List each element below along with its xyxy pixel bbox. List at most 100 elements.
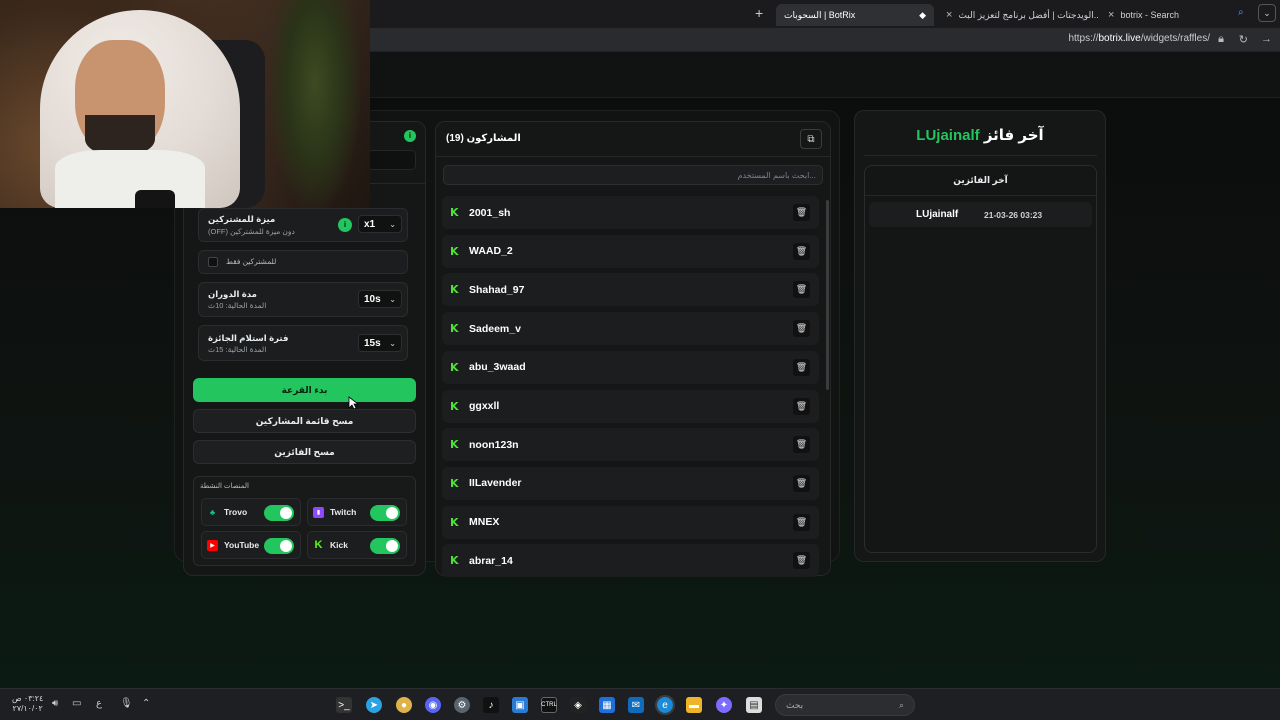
participant-name: 2001_sh bbox=[469, 206, 511, 219]
settings-icon[interactable]: ⚙ bbox=[454, 697, 470, 713]
network-icon[interactable]: ▭ bbox=[72, 698, 81, 709]
info-icon[interactable]: i bbox=[338, 218, 352, 232]
info-icon[interactable]: i bbox=[404, 130, 416, 142]
trash-icon[interactable]: 🗑︎ bbox=[793, 358, 810, 376]
ctrl-icon[interactable]: CTRL bbox=[541, 697, 557, 713]
twitch-toggle[interactable] bbox=[370, 505, 400, 521]
platforms-title: المنصات النشطة bbox=[200, 483, 249, 490]
multiplier-value: x1 bbox=[364, 218, 376, 230]
search-icon[interactable]: ⌕ bbox=[1238, 7, 1244, 18]
kick-icon: K bbox=[450, 399, 459, 413]
url-text[interactable]: https://botrix.live/widgets/raffles/ bbox=[1068, 33, 1210, 44]
participant-name: MNEX bbox=[469, 516, 500, 529]
copy-icon[interactable]: ⧉ bbox=[800, 129, 822, 149]
platform-trovo: ♣ Trovo bbox=[201, 498, 301, 526]
store-icon[interactable]: ▣ bbox=[512, 697, 528, 713]
tab-botrix-search[interactable]: × botrix - Search bbox=[1100, 4, 1230, 26]
trovo-toggle[interactable] bbox=[264, 505, 294, 521]
new-tab-button[interactable]: + bbox=[755, 5, 763, 21]
participants-title: المشاركون (19) bbox=[446, 133, 521, 144]
participant-search-input[interactable]: ...ابحث باسم المستخدم bbox=[443, 165, 823, 185]
kick-icon: K bbox=[450, 283, 459, 297]
trash-icon[interactable]: 🗑︎ bbox=[793, 397, 810, 415]
participants-scrollbar[interactable] bbox=[826, 200, 829, 390]
participant-name: IILavender bbox=[469, 477, 522, 490]
lock-icon: 🔒︎ bbox=[1218, 33, 1224, 45]
spin-duration-value: 10s bbox=[364, 293, 381, 305]
trash-icon[interactable]: 🗑︎ bbox=[793, 552, 810, 570]
kick-icon: K bbox=[450, 206, 459, 219]
discord-icon[interactable]: ◉ bbox=[425, 697, 441, 713]
participant-row: Knoon123n 🗑︎ bbox=[442, 428, 819, 462]
terminal-icon[interactable]: >_ bbox=[336, 697, 352, 713]
platform-label: Trovo bbox=[224, 507, 248, 517]
winners-list-title: آخر الفائزين bbox=[953, 175, 1008, 185]
participant-name: WAAD_2 bbox=[469, 245, 513, 258]
language-indicator[interactable]: ع bbox=[96, 698, 102, 709]
kick-toggle[interactable] bbox=[370, 538, 400, 554]
divider bbox=[436, 156, 830, 157]
clear-participants-button[interactable]: مسح قائمة المشاركين bbox=[193, 409, 416, 433]
chevron-up-icon[interactable]: ⌃ bbox=[142, 698, 150, 709]
tiktok-icon[interactable]: ♪ bbox=[483, 697, 499, 713]
start-raffle-button[interactable]: بدء القرعة bbox=[193, 378, 416, 402]
spin-duration-select[interactable]: 10s ⌄ bbox=[358, 290, 402, 308]
subscriber-perk-title: ميزة للمشتركين bbox=[208, 214, 276, 224]
youtube-toggle[interactable] bbox=[264, 538, 294, 554]
last-winner-label: آخر فائز bbox=[983, 127, 1044, 144]
twitch-icon: ▮ bbox=[313, 506, 324, 518]
app-icon[interactable]: ● bbox=[396, 697, 412, 713]
app-icon[interactable]: ◈ bbox=[570, 697, 586, 713]
taskbar-search-input[interactable]: ⌕ بحث bbox=[775, 694, 915, 716]
kick-icon: K bbox=[450, 244, 459, 258]
trovo-icon: ♣ bbox=[209, 507, 216, 517]
platform-label: Twitch bbox=[330, 507, 357, 517]
outlook-icon[interactable]: ✉ bbox=[628, 697, 644, 713]
platform-kick: K Kick bbox=[307, 531, 407, 559]
volume-icon[interactable]: 🔊︎ bbox=[52, 698, 58, 709]
close-icon[interactable]: × bbox=[1108, 9, 1114, 21]
trash-icon[interactable]: 🗑︎ bbox=[793, 242, 810, 260]
chevron-down-icon: ⌄ bbox=[389, 219, 396, 229]
subscribers-only-label: للمشتركين فقط bbox=[226, 257, 277, 266]
claim-period-select[interactable]: 15s ⌄ bbox=[358, 334, 402, 352]
search-icon: ⌕ bbox=[898, 699, 904, 710]
telegram-icon[interactable]: ➤ bbox=[366, 697, 382, 713]
subscriber-perk-subtitle: دون ميزة للمشتركين (OFF) bbox=[208, 227, 295, 236]
refresh-icon[interactable]: ↻ bbox=[1239, 33, 1248, 46]
clear-winners-button[interactable]: مسح الفائزين bbox=[193, 440, 416, 464]
microphone-icon[interactable]: 🎙︎ bbox=[120, 698, 133, 709]
file-explorer-icon[interactable]: ▬ bbox=[686, 697, 702, 713]
platform-twitch: ▮ Twitch bbox=[307, 498, 407, 526]
notepad-icon[interactable]: ▤ bbox=[746, 697, 762, 713]
microsoft-store-icon[interactable]: ▦ bbox=[599, 697, 615, 713]
claim-period-title: فترة استلام الجائزة bbox=[208, 333, 289, 343]
chevron-down-icon[interactable]: ⌄ bbox=[1258, 4, 1276, 22]
trash-icon[interactable]: 🗑︎ bbox=[793, 436, 810, 454]
kick-icon: K bbox=[450, 515, 459, 529]
back-icon[interactable]: → bbox=[1261, 33, 1272, 45]
taskbar-search-placeholder: بحث bbox=[786, 699, 804, 710]
participant-name: Shahad_97 bbox=[469, 283, 525, 296]
webcam-overlay bbox=[0, 0, 370, 208]
participant-name: abu_3waad bbox=[469, 361, 526, 374]
multiplier-select[interactable]: x1 ⌄ bbox=[358, 215, 402, 233]
trash-icon[interactable]: 🗑︎ bbox=[793, 281, 810, 299]
tab-raffles[interactable]: السحوبات | BotRix ◆ bbox=[776, 4, 934, 26]
copilot-icon[interactable]: ✦ bbox=[716, 697, 732, 713]
kick-icon: K bbox=[450, 360, 459, 374]
trash-icon[interactable]: 🗑︎ bbox=[793, 320, 810, 338]
spin-duration-subtitle: المدة الحالية: 10ث bbox=[208, 301, 267, 310]
edge-icon[interactable]: e bbox=[655, 695, 675, 715]
taskbar-clock[interactable]: ٠٣:٢٤ ص ٢٧/١٠/٠٢ bbox=[12, 694, 43, 714]
trash-icon[interactable]: 🗑︎ bbox=[793, 513, 810, 531]
trash-icon[interactable]: 🗑︎ bbox=[793, 474, 810, 492]
windows-start-icon[interactable] bbox=[925, 696, 943, 714]
taskbar: ٠٣:٢٤ ص ٢٧/١٠/٠٢ 🔊︎ ▭ ع 🎙︎ ⌃ >_ ➤ ● ◉ ⚙ ♪… bbox=[0, 688, 1280, 720]
subscribers-only-checkbox[interactable] bbox=[208, 257, 218, 267]
close-icon[interactable]: × bbox=[946, 9, 952, 21]
tab-widgets[interactable]: × الويدجتات | أفضل برنامج لتعزيز البث...… bbox=[938, 4, 1098, 26]
claim-period-value: 15s bbox=[364, 337, 381, 349]
participant-name: abrar_14 bbox=[469, 554, 513, 567]
trash-icon[interactable]: 🗑︎ bbox=[793, 204, 810, 221]
